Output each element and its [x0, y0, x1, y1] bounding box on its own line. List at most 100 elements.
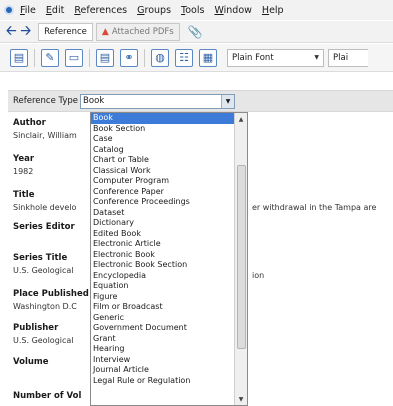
tab-reference[interactable]: Reference: [38, 22, 93, 41]
dropdown-option[interactable]: Film or Broadcast: [91, 302, 235, 313]
dropdown-option[interactable]: Figure: [91, 292, 235, 303]
font-select-value: Plain Font: [232, 52, 274, 63]
dropdown-option[interactable]: Government Document: [91, 323, 235, 334]
back-arrow-icon[interactable]: 🡠: [6, 25, 17, 38]
dropdown-option[interactable]: Equation: [91, 281, 235, 292]
series-title-value: U.S. Geological: [13, 266, 74, 275]
document-icon[interactable]: ▤: [96, 48, 114, 67]
dropdown-option[interactable]: Electronic Article: [91, 239, 235, 250]
title-value-continuation: er withdrawal in the Tampa are: [252, 203, 377, 212]
font-size-select-value: Plai: [333, 52, 349, 63]
menu-mnemonic: H: [261, 4, 270, 16]
title-label: Title: [13, 190, 35, 200]
publisher-value: U.S. Geological: [13, 336, 74, 345]
publisher-value-field[interactable]: U.S. Geological: [13, 336, 74, 345]
save-reference-icon[interactable]: ▤: [10, 48, 28, 67]
link-icon[interactable]: ⚭: [120, 48, 138, 67]
dropdown-option[interactable]: Journal Article: [91, 365, 235, 376]
dropdown-option[interactable]: Edited Book: [91, 229, 235, 240]
menu-mnemonic: W: [214, 4, 224, 16]
dropdown-option[interactable]: Conference Paper: [91, 187, 235, 198]
font-size-select[interactable]: Plai: [328, 48, 368, 67]
toolbar: ▤ ✎ ▭ ▤ ⚭ ◍ ☷ ▦ Plain Font ▼ Plai: [0, 44, 393, 72]
menu-mnemonic: G: [137, 4, 145, 16]
dropdown-option[interactable]: Classical Work: [91, 166, 235, 177]
dropdown-option[interactable]: Electronic Book: [91, 250, 235, 261]
title-value-field[interactable]: Sinkhole develo: [13, 203, 76, 212]
dropdown-option[interactable]: Grant: [91, 334, 235, 345]
dropdown-option[interactable]: Book Section: [91, 124, 235, 135]
title-value: Sinkhole develo: [13, 203, 77, 212]
app-icon: [4, 5, 14, 15]
place-published-value-field[interactable]: Washington D.C: [13, 302, 77, 311]
table-icon[interactable]: ▦: [199, 48, 217, 67]
reference-type-dropdown[interactable]: Book Book Section Case Catalog Chart or …: [90, 112, 248, 406]
dropdown-option[interactable]: Dataset: [91, 208, 235, 219]
toolbar-separator: [89, 48, 90, 67]
menu-groups[interactable]: Groups: [137, 5, 171, 16]
tab-reference-label: Reference: [44, 26, 87, 37]
number-of-volumes-label: Number of Vol: [13, 391, 82, 401]
folder-icon[interactable]: ▭: [65, 48, 83, 67]
dropdown-option[interactable]: Computer Program: [91, 176, 235, 187]
menu-mnemonic: F: [20, 4, 25, 16]
series-editor-label: Series Editor: [13, 222, 75, 232]
dropdown-option[interactable]: Case: [91, 134, 235, 145]
dropdown-option[interactable]: Dictionary: [91, 218, 235, 229]
dropdown-option[interactable]: Interview: [91, 355, 235, 366]
author-value: Sinclair, William: [13, 131, 77, 140]
series-title-label: Series Title: [13, 253, 68, 263]
year-label: Year: [13, 154, 35, 164]
title-field: Title: [13, 190, 34, 200]
chevron-down-icon[interactable]: ▼: [221, 94, 235, 108]
scrollbar-thumb[interactable]: [237, 165, 246, 349]
menu-tools[interactable]: Tools: [181, 5, 204, 16]
font-select[interactable]: Plain Font ▼: [227, 48, 324, 67]
reference-type-value: Book: [83, 96, 105, 106]
author-label: Author: [13, 118, 46, 128]
year-value-field[interactable]: 1982: [13, 167, 33, 176]
dropdown-option[interactable]: Electronic Book Section: [91, 260, 235, 271]
dropdown-option[interactable]: Catalog: [91, 145, 235, 156]
paperclip-icon[interactable]: 📎: [188, 25, 203, 39]
insert-icon[interactable]: ☷: [175, 48, 193, 67]
dropdown-option[interactable]: Legal Rule or Regulation: [91, 376, 235, 387]
scroll-up-icon[interactable]: ▲: [235, 113, 247, 125]
menu-edit[interactable]: Edit: [46, 5, 64, 16]
year-field: Year: [13, 154, 34, 164]
edit-icon[interactable]: ✎: [41, 48, 59, 67]
place-published-field: Place Published: [13, 289, 89, 299]
toolbar-separator: [34, 48, 35, 67]
pdf-icon: ▲: [101, 26, 109, 37]
volume-field: Volume: [13, 357, 49, 367]
series-title-continuation: ion: [252, 271, 265, 280]
dropdown-option[interactable]: Conference Proceedings: [91, 197, 235, 208]
reference-type-row: Reference Type Book ▼: [8, 90, 393, 112]
dropdown-option[interactable]: Chart or Table: [91, 155, 235, 166]
dropdown-option[interactable]: Book: [91, 113, 235, 124]
series-editor-field: Series Editor: [13, 222, 75, 232]
tab-bar: 🡠 🡢 Reference ▲ Attached PDFs 📎: [0, 21, 393, 43]
author-field: Author: [13, 118, 46, 128]
reference-type-select[interactable]: Book ▼: [80, 93, 236, 109]
menu-help[interactable]: Help: [262, 5, 284, 16]
dropdown-scrollbar[interactable]: ▲ ▼: [234, 113, 247, 405]
toolbar-separator: [144, 48, 145, 67]
menu-references[interactable]: References: [74, 5, 127, 16]
series-title-value-field[interactable]: U.S. Geological: [13, 266, 74, 275]
tab-attached-pdfs[interactable]: ▲ Attached PDFs: [95, 22, 180, 41]
year-value: 1982: [13, 167, 34, 176]
menu-file[interactable]: File: [20, 5, 36, 16]
scroll-down-icon[interactable]: ▼: [235, 393, 247, 405]
reference-type-label: Reference Type: [13, 96, 79, 106]
dropdown-option[interactable]: Encyclopedia: [91, 271, 235, 282]
menu-window[interactable]: Window: [214, 5, 251, 16]
forward-arrow-icon[interactable]: 🡢: [21, 25, 32, 38]
chevron-down-icon: ▼: [314, 54, 319, 61]
globe-icon[interactable]: ◍: [151, 48, 169, 67]
series-title-field: Series Title: [13, 253, 67, 263]
dropdown-option[interactable]: Generic: [91, 313, 235, 324]
author-value-field[interactable]: Sinclair, William: [13, 131, 77, 140]
dropdown-option[interactable]: Hearing: [91, 344, 235, 355]
publisher-field: Publisher: [13, 323, 58, 333]
